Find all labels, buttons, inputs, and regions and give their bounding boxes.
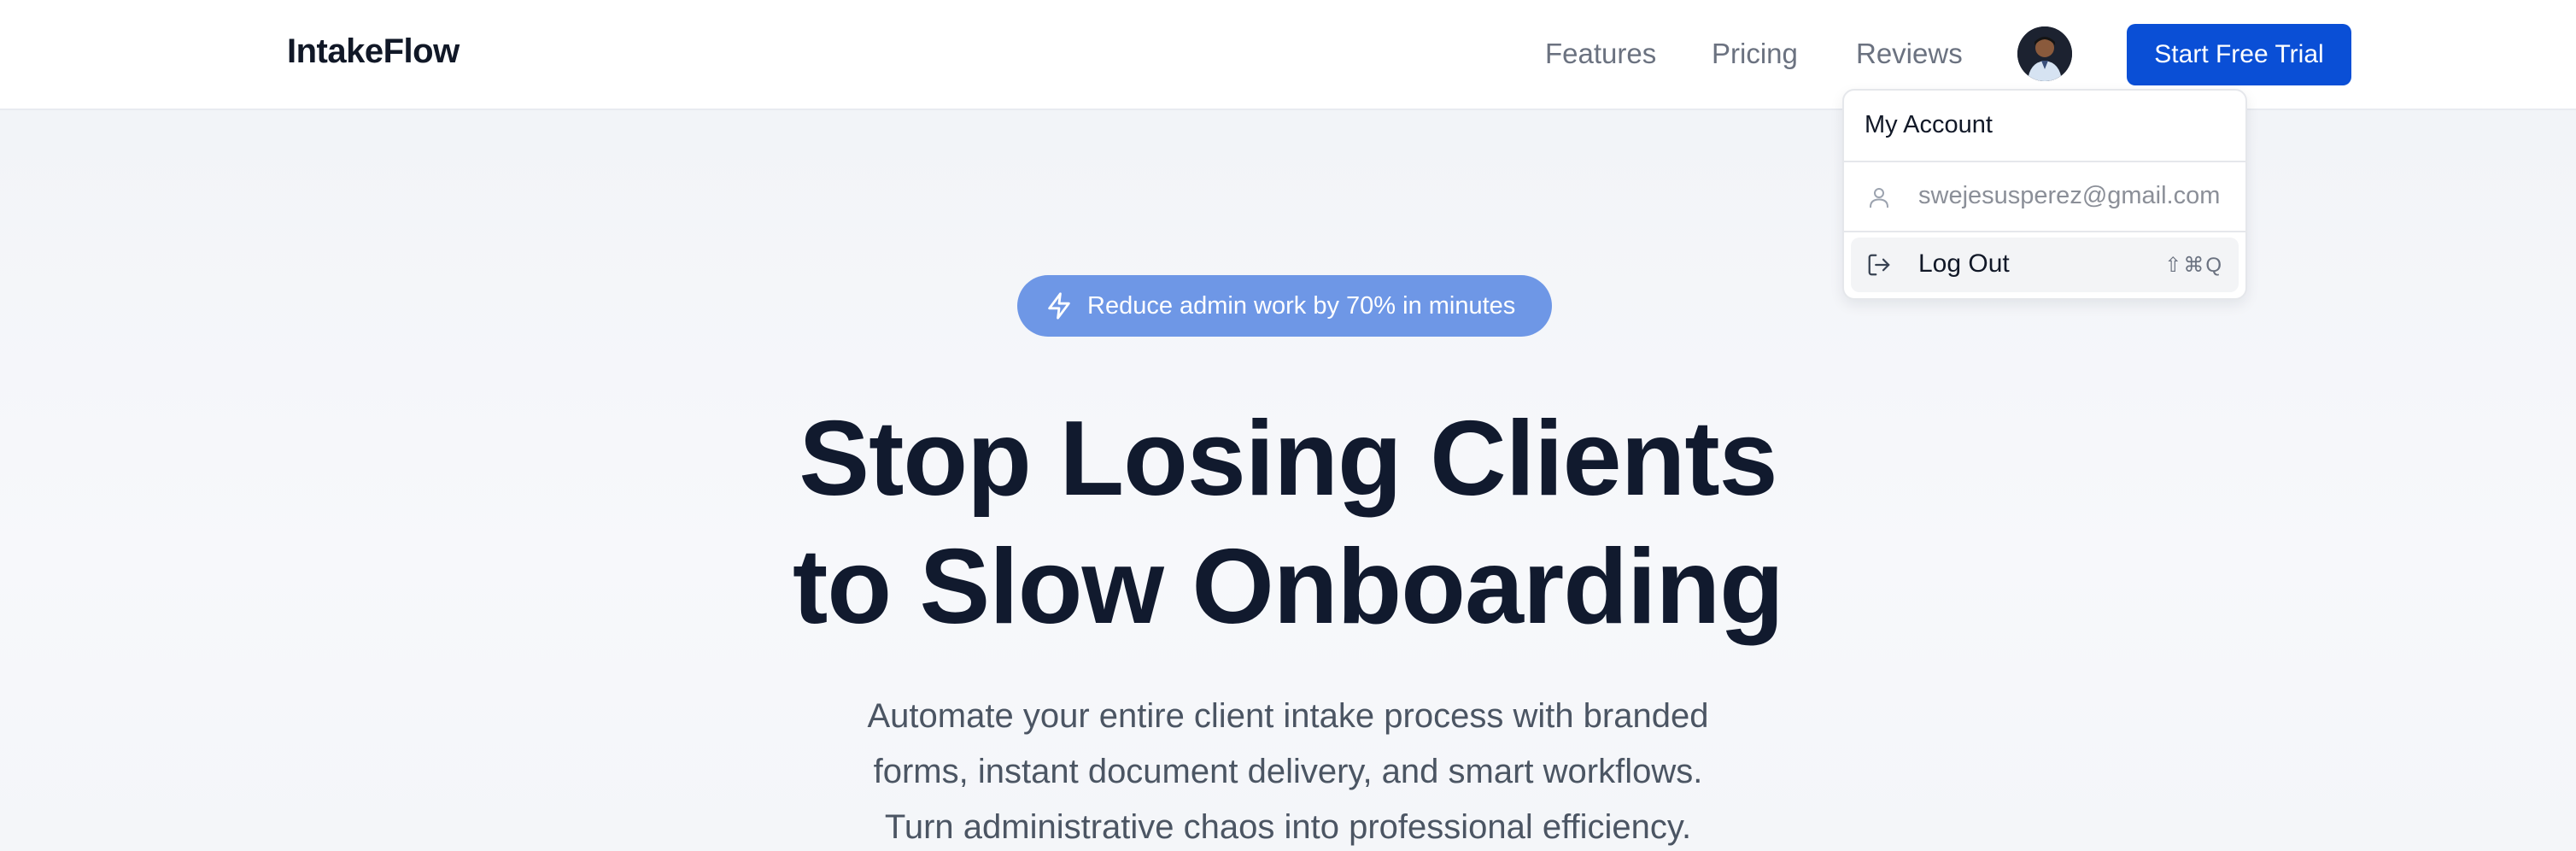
page: IntakeFlow Features Pricing Reviews Star… bbox=[0, 0, 2576, 851]
hero-badge-text: Reduce admin work by 70% in minutes bbox=[1087, 291, 1516, 320]
brand-logo[interactable]: IntakeFlow bbox=[287, 32, 460, 71]
hero-subtext-line-3: Turn administrative chaos into professio… bbox=[884, 808, 1692, 846]
start-free-trial-button[interactable]: Start Free Trial bbox=[2127, 24, 2351, 85]
account-dropdown-menu: My Account swejesusperez@gmail.com Log O… bbox=[1842, 89, 2247, 300]
account-email-item: swejesusperez@gmail.com bbox=[1844, 164, 2245, 229]
hero-subtext: Automate your entire client intake proce… bbox=[0, 689, 2576, 851]
lightning-icon bbox=[1045, 291, 1074, 320]
menu-divider bbox=[1844, 161, 2245, 162]
hero-subtext-line-2: forms, instant document delivery, and sm… bbox=[873, 753, 1703, 790]
user-icon bbox=[1866, 185, 1892, 210]
hero-headline: Stop Losing Clients to Slow Onboarding bbox=[0, 395, 2576, 651]
hero-headline-line-1: Stop Losing Clients bbox=[799, 400, 1777, 518]
log-out-shortcut: ⇧⌘Q bbox=[2164, 254, 2223, 277]
log-out-icon bbox=[1866, 252, 1892, 278]
log-out-label: Log Out bbox=[1918, 249, 2010, 278]
log-out-menu-item[interactable]: Log Out ⇧⌘Q bbox=[1851, 238, 2239, 292]
nav-link-features[interactable]: Features bbox=[1545, 38, 1656, 70]
user-avatar-button[interactable] bbox=[2017, 26, 2072, 81]
menu-divider bbox=[1844, 231, 2245, 232]
nav-link-pricing[interactable]: Pricing bbox=[1712, 38, 1798, 70]
avatar-image bbox=[2017, 26, 2072, 81]
account-email: swejesusperez@gmail.com bbox=[1918, 182, 2221, 209]
hero-subtext-line-1: Automate your entire client intake proce… bbox=[867, 697, 1709, 735]
hero-badge: Reduce admin work by 70% in minutes bbox=[1017, 275, 1552, 337]
nav-link-reviews[interactable]: Reviews bbox=[1856, 38, 1963, 70]
hero-headline-line-2: to Slow Onboarding bbox=[793, 528, 1784, 646]
account-menu-header: My Account bbox=[1865, 111, 1993, 138]
